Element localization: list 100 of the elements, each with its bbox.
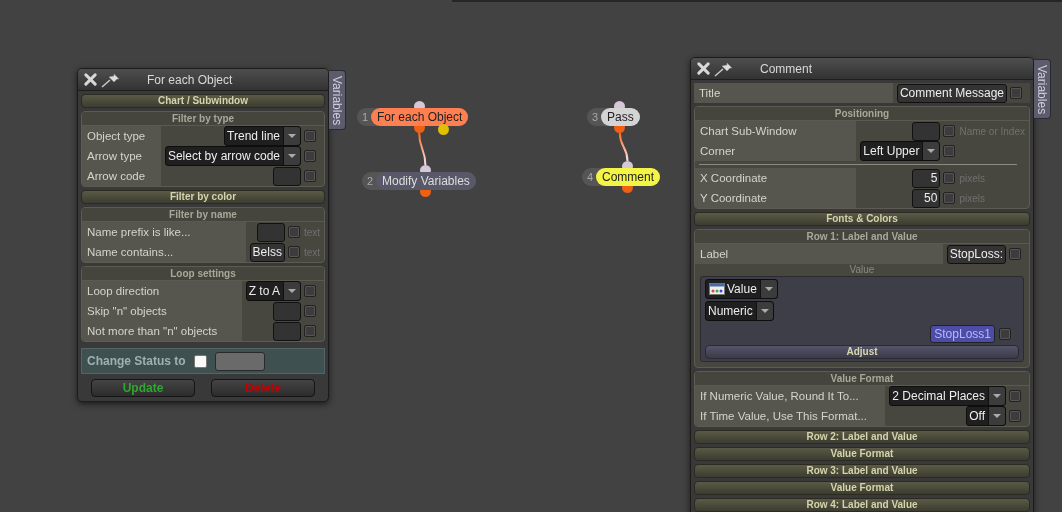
field-label: Loop direction (82, 281, 242, 301)
checkbox[interactable] (1009, 410, 1021, 422)
checkbox[interactable] (1009, 248, 1021, 260)
node-number: 4 (586, 171, 595, 183)
field-label: If Time Value, Use This Format... (695, 406, 886, 426)
caret-icon[interactable] (283, 147, 300, 165)
dropdown[interactable]: Select by arrow code (164, 146, 301, 166)
dropdown[interactable]: Off (966, 406, 1006, 426)
node-number: 2 (366, 175, 375, 187)
field-label: Skip "n" objects (82, 301, 242, 321)
input-field[interactable]: 5 (912, 168, 941, 188)
field-label: Arrow code (82, 166, 161, 186)
pin-icon[interactable] (714, 60, 734, 77)
field-label: Y Coordinate (695, 188, 857, 208)
dropdown[interactable]: Value (705, 279, 778, 299)
pin-icon[interactable] (101, 71, 121, 88)
group-title[interactable]: Loop settings (82, 267, 324, 281)
input-field[interactable] (273, 321, 301, 341)
connector-line (418, 132, 427, 166)
section-header[interactable]: Row 4: Label and Value (694, 498, 1030, 512)
section-header[interactable]: Filter by color (81, 190, 325, 204)
checkbox[interactable] (304, 150, 316, 162)
input-field[interactable]: Belss (249, 242, 285, 262)
input-field[interactable]: Comment Message (896, 83, 1007, 103)
checkbox[interactable] (943, 192, 956, 204)
checkbox[interactable] (943, 172, 956, 184)
input-field[interactable]: StopLoss: (946, 244, 1006, 264)
flow-node[interactable]: 1 For each Object (357, 108, 469, 126)
checkbox[interactable] (943, 125, 956, 137)
close-icon[interactable] (697, 62, 710, 75)
dropdown[interactable]: Z to A (245, 281, 301, 301)
side-tab[interactable]: Variables (1034, 59, 1051, 120)
input-field[interactable] (273, 301, 301, 321)
node-label[interactable]: Pass (601, 108, 640, 126)
section-header[interactable]: Value Format (694, 447, 1030, 461)
checkbox[interactable] (304, 130, 316, 142)
checkbox[interactable] (304, 285, 316, 297)
node-label[interactable]: Modify Variables (376, 172, 476, 190)
caret-icon[interactable] (988, 387, 1005, 405)
field-label: Label (695, 244, 943, 264)
group-title[interactable]: Value Format (695, 372, 1029, 386)
input-field[interactable] (256, 222, 285, 242)
input-field[interactable] (273, 166, 301, 186)
checkbox[interactable] (1009, 390, 1021, 402)
dropdown[interactable]: Numeric (705, 301, 774, 321)
checkbox[interactable] (304, 170, 316, 182)
flow-node[interactable]: 2 Modify Variables (362, 172, 476, 190)
section-header[interactable]: Row 3: Label and Value (694, 464, 1030, 478)
caret-icon[interactable] (755, 302, 773, 320)
window-icon (709, 283, 725, 295)
checkbox[interactable] (1010, 87, 1022, 99)
side-tab[interactable]: Variables (329, 70, 346, 131)
caret-icon[interactable] (283, 282, 300, 300)
variable-field[interactable]: StopLoss1 (930, 325, 995, 343)
field-label: Arrow type (82, 146, 161, 166)
close-icon[interactable] (84, 73, 97, 86)
field-label: Corner (695, 141, 857, 161)
input-field[interactable] (214, 351, 265, 371)
group-title[interactable]: Positioning (695, 107, 1029, 121)
node-number: 3 (591, 111, 600, 123)
field-label: Name contains... (82, 242, 246, 262)
section-header[interactable]: Chart / Subwindow (81, 94, 325, 108)
output-port[interactable] (438, 124, 450, 135)
checkbox[interactable] (999, 328, 1011, 340)
section-header[interactable]: Value Format (694, 481, 1030, 495)
group-title[interactable]: Row 1: Label and Value (695, 230, 1029, 244)
window-title: Comment (760, 61, 812, 76)
dropdown[interactable]: 2 Decimal Places (889, 386, 1006, 406)
dropdown[interactable]: Trend line (224, 126, 301, 146)
caret-icon[interactable] (283, 127, 300, 145)
caret-icon[interactable] (759, 280, 777, 298)
field-label: X Coordinate (695, 168, 857, 188)
checkbox[interactable] (287, 246, 300, 258)
connector-line (618, 132, 629, 162)
window-title: For each Object (147, 72, 233, 87)
group-title[interactable]: Filter by name (82, 208, 324, 222)
field-label: Title (694, 83, 893, 103)
field-label: Not more than "n" objects (82, 321, 242, 341)
checkbox[interactable] (943, 145, 956, 157)
checkbox[interactable] (287, 226, 300, 238)
node-label[interactable]: Comment (596, 168, 660, 186)
action-button[interactable]: Update (91, 379, 195, 397)
checkbox[interactable] (304, 305, 316, 317)
checkbox[interactable] (304, 325, 316, 337)
caret-icon[interactable] (988, 407, 1005, 425)
group-title[interactable]: Filter by type (82, 112, 324, 126)
flow-node[interactable]: 4 Comment (582, 168, 660, 186)
dropdown[interactable]: Left Upper (860, 141, 941, 161)
caret-icon[interactable] (922, 142, 940, 160)
section-header[interactable]: Row 2: Label and Value (694, 430, 1030, 444)
adjust-button[interactable]: Adjust (705, 345, 1019, 359)
checkbox[interactable] (193, 354, 207, 368)
section-header[interactable]: Fonts & Colors (694, 212, 1030, 226)
field-label: Object type (82, 126, 161, 146)
input-field[interactable]: 50 (912, 188, 941, 208)
node-label[interactable]: For each Object (371, 108, 469, 126)
flow-node[interactable]: 3 Pass (587, 108, 640, 126)
field-label: Name prefix is like... (82, 222, 246, 242)
input-field[interactable] (912, 121, 941, 141)
node-number: 1 (361, 111, 370, 123)
